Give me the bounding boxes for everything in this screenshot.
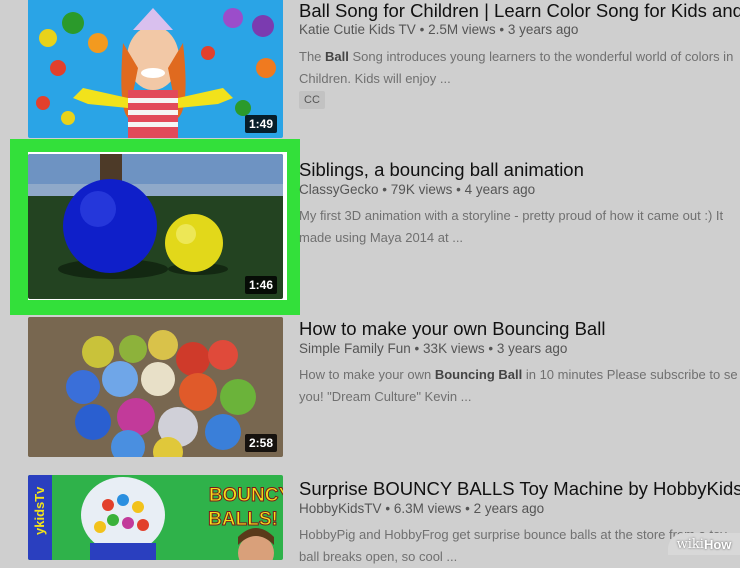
video-meta: Katie Cutie Kids TV • 2.5M views • 3 yea… (299, 22, 578, 37)
meta-separator: • (499, 22, 505, 37)
video-meta: Simple Family Fun • 33K views • 3 years … (299, 341, 567, 356)
meta-separator: • (419, 22, 425, 37)
meta-separator: • (414, 341, 420, 356)
video-duration: 1:49 (244, 115, 277, 133)
description-text: you! "Dream Culture" Kevin ... (299, 389, 472, 404)
thumbnail-brand-text: ykidsTv (32, 486, 47, 535)
meta-separator: • (488, 341, 494, 356)
description-text: Children. Kids will enjoy ... (299, 71, 451, 86)
video-title[interactable]: Surprise BOUNCY BALLS Toy Machine by Hob… (299, 478, 740, 500)
view-count: 6.3M views (393, 501, 462, 516)
watermark-how: How (703, 536, 732, 552)
meta-separator: • (456, 182, 461, 197)
description-text: made using Maya 2014 at ... (299, 230, 464, 245)
upload-age: 4 years ago (464, 182, 536, 197)
thumbnail-text: BALLS! (208, 509, 278, 530)
video-description: My first 3D animation with a storyline -… (299, 205, 740, 249)
meta-separator: • (382, 182, 388, 197)
channel-name[interactable]: Simple Family Fun (299, 341, 411, 356)
description-text: How to make your own (299, 367, 435, 382)
video-description: The Ball Song introduces young learners … (299, 46, 740, 90)
video-thumbnail-3[interactable]: 2:58 (28, 317, 283, 457)
description-text: The (299, 49, 326, 64)
video-meta: HobbyKidsTV • 6.3M views • 2 years ago (299, 501, 544, 516)
video-duration: 2:58 (244, 434, 277, 452)
video-duration: 1:46 (244, 276, 277, 294)
description-text: Song introduces young learners to the wo… (348, 49, 734, 64)
meta-separator: • (465, 501, 470, 516)
video-title[interactable]: How to make your own Bouncing Ball (299, 318, 605, 340)
view-count: 2.5M views (428, 22, 496, 37)
description-text: in 10 minutes Please subscribe to se (522, 367, 738, 382)
video-description: How to make your own Bouncing Ball in 10… (299, 364, 740, 408)
thumbnail-text: BOUNCY (209, 485, 283, 506)
video-meta: ClassyGecko • 79K views • 4 years ago (299, 182, 535, 197)
channel-name[interactable]: ClassyGecko (299, 182, 379, 197)
cc-badge: CC (299, 91, 325, 109)
channel-name[interactable]: Katie Cutie Kids TV (299, 22, 416, 37)
video-thumbnail-4[interactable]: ykidsTv BOUNCY BALLS! (28, 475, 283, 560)
view-count: 79K views (390, 182, 453, 197)
wikihow-watermark: wiki How (668, 533, 740, 555)
upload-age: 3 years ago (496, 341, 568, 356)
watermark-wiki: wiki (676, 536, 704, 552)
description-text: My first 3D animation with a storyline -… (299, 208, 724, 223)
upload-age: 3 years ago (507, 22, 579, 37)
meta-separator: • (385, 501, 391, 516)
description-highlight: Ball (325, 49, 349, 64)
video-title[interactable]: Siblings, a bouncing ball animation (299, 159, 584, 181)
channel-name[interactable]: HobbyKidsTV (299, 501, 382, 516)
video-thumbnail-2[interactable]: 1:46 (28, 154, 283, 299)
thumbnail-image-toy-machine: ykidsTv BOUNCY BALLS! (28, 475, 283, 560)
upload-age: 2 years ago (473, 501, 545, 516)
description-highlight: Bouncing Ball (434, 367, 523, 382)
video-title[interactable]: Ball Song for Children | Learn Color Son… (299, 0, 740, 22)
view-count: 33K views (423, 341, 485, 356)
video-thumbnail-1[interactable]: 1:49 (28, 0, 283, 138)
